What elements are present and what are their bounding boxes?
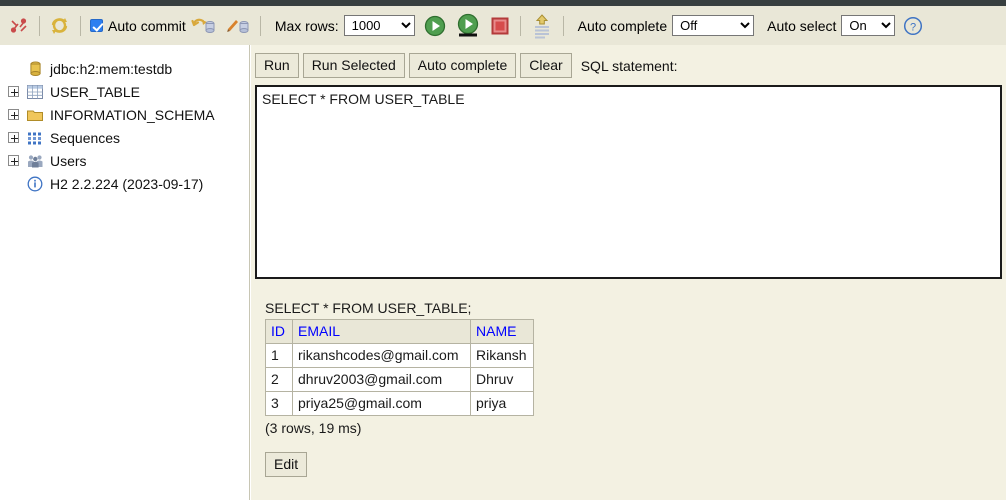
run-selected-icon[interactable] — [455, 11, 481, 41]
rollback-icon[interactable] — [191, 11, 217, 41]
svg-text:?: ? — [910, 21, 916, 33]
result-table: ID EMAIL NAME 1 rikanshcodes@gmail.com R… — [265, 319, 534, 416]
cell-name: Rikansh — [470, 343, 534, 368]
main-toolbar: Auto commit Max rows: 1000 Auto complete… — [0, 6, 1006, 45]
column-header-name[interactable]: NAME — [470, 319, 534, 344]
cell-email: dhruv2003@gmail.com — [292, 367, 471, 392]
refresh-icon[interactable] — [49, 11, 71, 41]
expand-toggle-icon[interactable] — [8, 86, 19, 97]
sql-statement-caption: SQL statement: — [580, 57, 678, 74]
expand-toggle-icon[interactable] — [8, 109, 19, 120]
database-tree-sidebar: jdbc:h2:mem:testdb USER_TABLE INFORMATIO… — [0, 45, 250, 500]
sql-input[interactable] — [255, 85, 1002, 279]
cell-id: 3 — [265, 391, 293, 416]
auto-complete-button[interactable]: Auto complete — [408, 53, 517, 78]
sidebar-item-version: H2 2.2.224 (2023-09-17) — [8, 172, 249, 195]
cell-name: priya — [470, 391, 534, 416]
info-icon — [26, 176, 44, 192]
toolbar-separator-3 — [259, 15, 261, 36]
cell-id: 1 — [265, 343, 293, 368]
table-icon — [26, 84, 44, 100]
commit-icon[interactable] — [225, 11, 251, 41]
auto-complete-select[interactable]: Off — [672, 15, 755, 36]
auto-select-select[interactable]: On — [841, 15, 896, 36]
expand-toggle-icon[interactable] — [8, 155, 19, 166]
run-selected-button[interactable]: Run Selected — [302, 53, 405, 78]
toolbar-separator-1 — [39, 15, 40, 36]
auto-select-label: Auto select — [767, 17, 837, 34]
sidebar-item-users[interactable]: Users — [8, 149, 249, 172]
sidebar-item-sequences[interactable]: Sequences — [8, 126, 249, 149]
table-row[interactable]: 3 priya25@gmail.com priya — [265, 391, 534, 416]
run-button[interactable]: Run — [255, 53, 299, 78]
sidebar-item-label[interactable]: Sequences — [50, 130, 120, 146]
database-icon — [26, 61, 44, 77]
expand-toggle-icon[interactable] — [8, 132, 19, 143]
users-icon — [26, 153, 44, 169]
run-icon[interactable] — [423, 11, 447, 41]
sidebar-item-label[interactable]: USER_TABLE — [50, 84, 140, 100]
cell-id: 2 — [265, 367, 293, 392]
help-icon[interactable]: ? — [903, 11, 923, 41]
toolbar-separator-4 — [519, 15, 521, 36]
result-status: (3 rows, 19 ms) — [265, 420, 362, 436]
sidebar-item-user-table[interactable]: USER_TABLE — [8, 80, 249, 103]
table-row[interactable]: 1 rikanshcodes@gmail.com Rikansh — [265, 343, 534, 368]
sidebar-item-label[interactable]: jdbc:h2:mem:testdb — [50, 61, 172, 77]
toolbar-separator-2 — [80, 15, 81, 36]
folder-icon — [26, 107, 44, 123]
sidebar-item-label[interactable]: Users — [50, 153, 87, 169]
edit-button[interactable]: Edit — [265, 452, 308, 477]
sidebar-item-connection[interactable]: jdbc:h2:mem:testdb — [8, 57, 249, 80]
cell-email: rikanshcodes@gmail.com — [292, 343, 471, 368]
cell-name: Dhruv — [470, 367, 534, 392]
disconnect-icon[interactable] — [8, 11, 30, 41]
max-rows-select[interactable]: 1000 — [343, 15, 415, 36]
executed-statement: SELECT * FROM USER_TABLE; — [265, 300, 472, 316]
auto-commit-label: Auto commit — [108, 17, 186, 34]
toolbar-separator-5 — [562, 15, 564, 36]
max-rows-label: Max rows: — [274, 17, 339, 34]
cell-email: priya25@gmail.com — [292, 391, 471, 416]
sql-button-row: Run Run Selected Auto complete Clear SQL… — [251, 45, 1006, 78]
auto-complete-label: Auto complete — [577, 17, 668, 34]
sql-workspace: Run Run Selected Auto complete Clear SQL… — [251, 45, 1006, 500]
clear-button[interactable]: Clear — [520, 53, 572, 78]
sidebar-item-label: H2 2.2.224 (2023-09-17) — [50, 175, 204, 192]
column-header-id[interactable]: ID — [265, 319, 293, 344]
auto-commit-checkbox[interactable] — [90, 19, 103, 32]
sidebar-item-information-schema[interactable]: INFORMATION_SCHEMA — [8, 103, 249, 126]
column-header-email[interactable]: EMAIL — [292, 319, 471, 344]
history-icon[interactable] — [530, 11, 554, 41]
result-panel: SELECT * FROM USER_TABLE; ID EMAIL NAME … — [255, 295, 1002, 477]
edit-button-wrap: Edit — [255, 436, 1002, 477]
stop-icon[interactable] — [489, 11, 511, 41]
sidebar-item-label[interactable]: INFORMATION_SCHEMA — [50, 107, 215, 123]
sequences-icon — [26, 130, 44, 146]
table-header-row: ID EMAIL NAME — [265, 319, 534, 344]
table-row[interactable]: 2 dhruv2003@gmail.com Dhruv — [265, 367, 534, 392]
